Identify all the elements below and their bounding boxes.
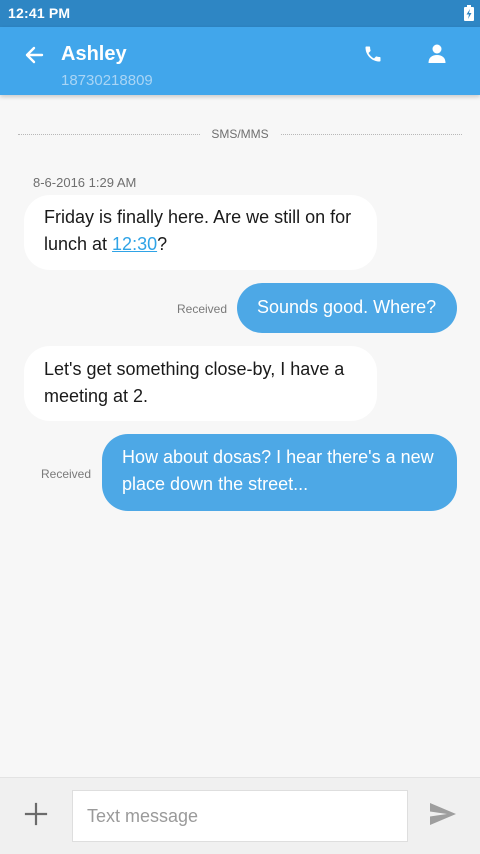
back-button[interactable]: [16, 39, 52, 75]
message-text-end: ?: [157, 234, 168, 254]
status-bar: 12:41 PM: [0, 0, 480, 27]
message-text: Friday is finally here. Are we still on …: [44, 207, 352, 254]
person-icon: [428, 44, 446, 69]
compose-bar: [0, 777, 480, 854]
contact-number: 18730218809: [61, 72, 153, 89]
divider-label: SMS/MMS: [200, 127, 280, 141]
battery-charging-icon: [464, 5, 474, 26]
message-bubble-incoming[interactable]: Let's get something close-by, I have a m…: [24, 346, 377, 421]
attach-button[interactable]: [20, 800, 52, 832]
call-button[interactable]: [358, 41, 388, 71]
arrow-left-icon: [24, 45, 44, 70]
conversation[interactable]: SMS/MMS 8-6-2016 1:29 AM Friday is final…: [0, 95, 480, 777]
message-bubble-incoming[interactable]: Friday is finally here. Are we still on …: [24, 195, 377, 270]
message-text: Sounds good. Where?: [257, 297, 437, 317]
text-message-input[interactable]: [72, 790, 408, 842]
contact-button[interactable]: [422, 41, 452, 71]
message-bubble-outgoing[interactable]: Sounds good. Where?: [237, 283, 457, 333]
send-button[interactable]: [426, 800, 460, 832]
message-status: Received: [41, 467, 92, 481]
plus-icon: [24, 802, 48, 831]
send-icon: [429, 802, 457, 831]
contact-name: Ashley: [61, 43, 127, 65]
message-timestamp: 8-6-2016 1:29 AM: [33, 175, 137, 190]
time-link[interactable]: 12:30: [112, 234, 157, 254]
message-text: Let's get something close-by, I have a m…: [44, 359, 345, 406]
message-text: How about dosas? I hear there's a new pl…: [122, 447, 434, 494]
message-bubble-outgoing[interactable]: How about dosas? I hear there's a new pl…: [102, 434, 457, 511]
phone-icon: [363, 44, 383, 69]
status-time: 12:41 PM: [8, 5, 71, 21]
app-bar: Ashley 18730218809: [0, 27, 480, 95]
message-status: Received: [177, 302, 228, 316]
